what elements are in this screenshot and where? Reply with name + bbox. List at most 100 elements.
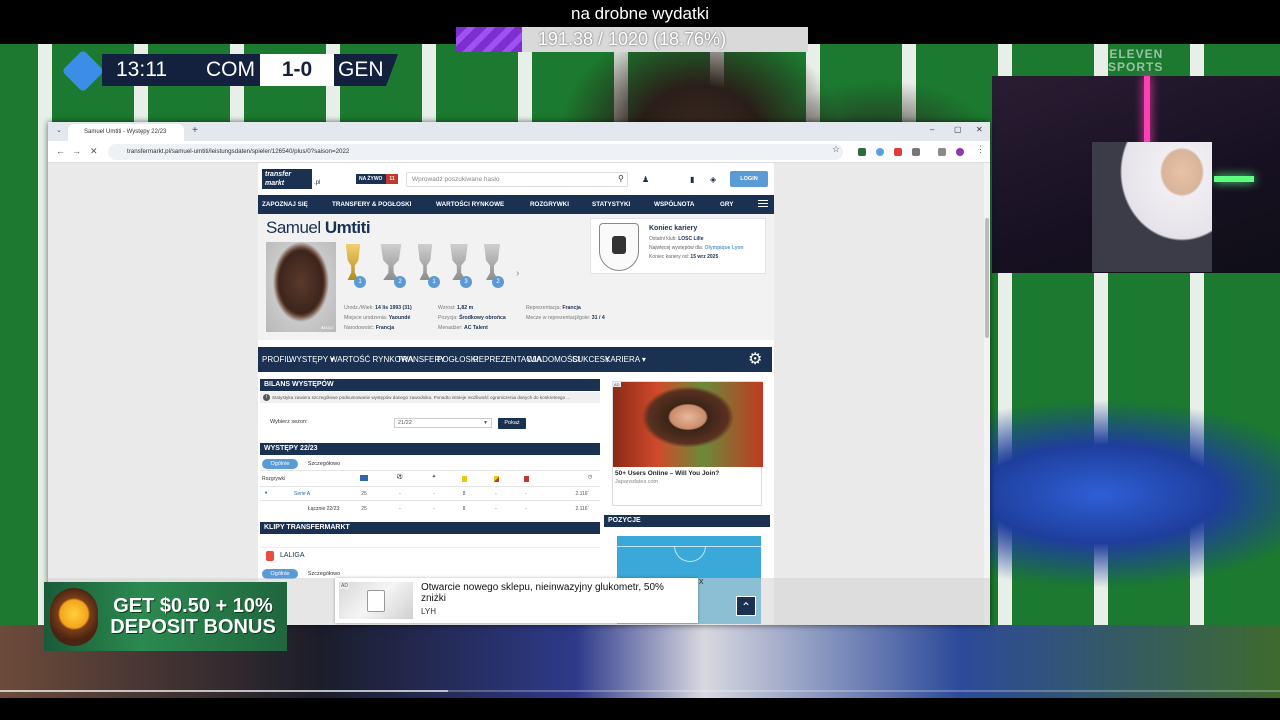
trophy-icon[interactable]: [484, 244, 500, 280]
trophy-icon[interactable]: [380, 244, 402, 280]
match-clock: 13:11: [116, 58, 167, 81]
season-header: WYSTĘPY 22/23: [260, 443, 600, 455]
forward-icon[interactable]: →: [72, 146, 81, 156]
info-value[interactable]: 31 / 4: [592, 315, 605, 321]
scrollbar-thumb[interactable]: [985, 218, 989, 338]
show-button[interactable]: Pokaż: [498, 418, 526, 429]
last-club-label: Ostatni klub:: [649, 236, 677, 242]
watchlist-bookmark-icon[interactable]: ▮: [690, 175, 694, 184]
url-field[interactable]: transfermarkt.pl/samuel-umtiti/leistungs…: [108, 144, 843, 160]
live-button[interactable]: NA ŻYWO 11: [356, 174, 398, 184]
stream-stage: na drobne wydatki 191.38 / 1020 (18.76%)…: [0, 0, 1280, 720]
nav-item[interactable]: ZAPOZNAJ SIĘ: [262, 195, 308, 214]
back-icon[interactable]: ←: [56, 146, 65, 156]
live-label: NA ŻYWO: [359, 176, 383, 182]
info-agent: Menadżer: AC Talent: [438, 325, 488, 331]
scroll-to-top-icon[interactable]: ⌃: [736, 596, 756, 616]
subnav-item[interactable]: KARIERA ▾: [605, 347, 646, 372]
competition-name[interactable]: Serie A: [294, 491, 310, 497]
trophy-icon[interactable]: [450, 244, 468, 280]
stop-loading-icon[interactable]: ✕: [90, 146, 98, 157]
trophy-count: 1: [428, 276, 440, 288]
glucometer-ad-image[interactable]: AD: [339, 582, 413, 619]
browser-window: ⌄ Samuel Umtiti - Występy 22/23 × + – ▢ …: [48, 122, 990, 625]
scrollbar[interactable]: [984, 163, 990, 625]
gear-icon[interactable]: ⚙: [748, 347, 762, 372]
stats-info-note[interactable]: Statystyka zawiera szczegółowe podsumowa…: [260, 392, 600, 403]
puzzle-extension-icon[interactable]: [912, 148, 920, 156]
broadcaster-line2: SPORTS: [1108, 60, 1164, 74]
info-label: Mecze w reprezentacji/gole:: [526, 315, 591, 321]
ad-title[interactable]: 50+ Users Online – Will You Join?: [615, 470, 719, 477]
tab-detailed[interactable]: Szczegółowo: [304, 459, 344, 469]
info-label: Reprezentacja:: [526, 305, 561, 311]
nav-item[interactable]: GRY: [720, 195, 733, 214]
most-apps-value[interactable]: Olympique Lyon: [705, 245, 744, 251]
chevron-right-icon[interactable]: ›: [516, 268, 519, 279]
pitch-circle: [674, 546, 706, 562]
bookmark-star-icon[interactable]: ☆: [832, 144, 840, 155]
maximize-icon[interactable]: ▢: [954, 125, 962, 134]
info-value[interactable]: AC Talent: [464, 325, 488, 331]
info-height: Wzrost: 1,82 m: [438, 305, 473, 311]
side-advertisement[interactable]: AD 50+ Users Online – Will You Join? Jap…: [612, 381, 763, 506]
red-card-icon: [524, 476, 529, 482]
info-value[interactable]: Francja: [562, 305, 580, 311]
downloads-icon[interactable]: [938, 148, 946, 156]
extension-icon[interactable]: [858, 148, 866, 156]
transfermarkt-logo[interactable]: transfer markt: [262, 169, 312, 189]
nav-item[interactable]: TRANSFERY & POGŁOSKI: [332, 195, 411, 214]
browser-tab[interactable]: Samuel Umtiti - Występy 22/23 ×: [68, 124, 184, 141]
trophy-row: 1 2 1 3 2: [342, 244, 522, 288]
minutes-value: 2.116': [575, 491, 589, 497]
ad-image[interactable]: [613, 382, 763, 467]
tab-search-icon[interactable]: ⌄: [56, 126, 62, 134]
extension-icon[interactable]: [894, 148, 902, 156]
goal-progress-text: 191.38 / 1020 (18.76%): [537, 29, 727, 49]
logo-line2: markt: [265, 180, 285, 187]
world-cup-trophy-icon[interactable]: [345, 244, 361, 280]
ad-badge: AD: [613, 382, 621, 387]
trophy-count: 2: [394, 276, 406, 288]
season-select[interactable]: 21/22 ▼: [394, 418, 492, 428]
user-settings-icon[interactable]: ♟: [642, 175, 649, 184]
goals-value: -: [399, 506, 401, 512]
video-progress-bar[interactable]: [0, 690, 1280, 692]
laliga-section: LALIGA: [260, 547, 600, 565]
login-button[interactable]: LOGIN: [730, 171, 768, 187]
info-value: Francja: [375, 325, 395, 331]
info-birthplace: Miejsce urodzenia: Yaoundé: [344, 315, 410, 321]
subnav-item[interactable]: PROFIL: [262, 347, 291, 372]
new-tab-icon[interactable]: +: [192, 125, 198, 136]
trophy-icon[interactable]: [417, 244, 433, 280]
search-input[interactable]: Wprowadź poszukiwane hasło: [406, 172, 628, 187]
info-value: Środkowy obrońca: [459, 315, 506, 321]
close-icon[interactable]: x: [699, 576, 704, 586]
window-close-icon[interactable]: ✕: [976, 125, 983, 134]
yellow-value: 8: [462, 491, 466, 497]
assists-value: -: [433, 491, 435, 497]
player-last-name: Umtiti: [324, 218, 371, 237]
info-value: Yaoundé: [388, 315, 411, 321]
tab-general[interactable]: Ogólnie: [262, 459, 298, 469]
subnav-item[interactable]: WYSTĘPY ▾: [289, 347, 334, 372]
nav-item[interactable]: WARTOŚCI RYNKOWE: [436, 195, 504, 214]
profile-avatar-icon[interactable]: [956, 148, 964, 156]
shield-icon[interactable]: ◈: [710, 175, 716, 184]
player-name: Samuel Umtiti: [266, 218, 371, 238]
stats-note-text: Statystyka zawiera szczegółowe podsumowa…: [272, 395, 571, 400]
nav-item[interactable]: ROZGRYWKI: [530, 195, 569, 214]
extension-icon[interactable]: [876, 148, 884, 156]
nav-item[interactable]: STATYSTYKI: [592, 195, 630, 214]
menu-dots-icon[interactable]: ⋮: [976, 144, 985, 155]
minimize-icon[interactable]: –: [930, 125, 934, 134]
yellow-card-icon: [462, 476, 467, 482]
last-club-value[interactable]: LOSC Lille: [678, 236, 703, 242]
col-competitions: Rozgrywki: [262, 476, 286, 482]
trophy-count: 3: [460, 276, 472, 288]
search-icon[interactable]: ⚲: [618, 174, 624, 183]
hamburger-menu-icon[interactable]: [758, 200, 768, 201]
nav-item[interactable]: WSPÓLNOTA: [654, 195, 694, 214]
ad-headline[interactable]: Otwarcie nowego sklepu, nieinwazyjny glu…: [421, 582, 691, 604]
sticky-ad-banner[interactable]: AD Otwarcie nowego sklepu, nieinwazyjny …: [335, 576, 704, 623]
